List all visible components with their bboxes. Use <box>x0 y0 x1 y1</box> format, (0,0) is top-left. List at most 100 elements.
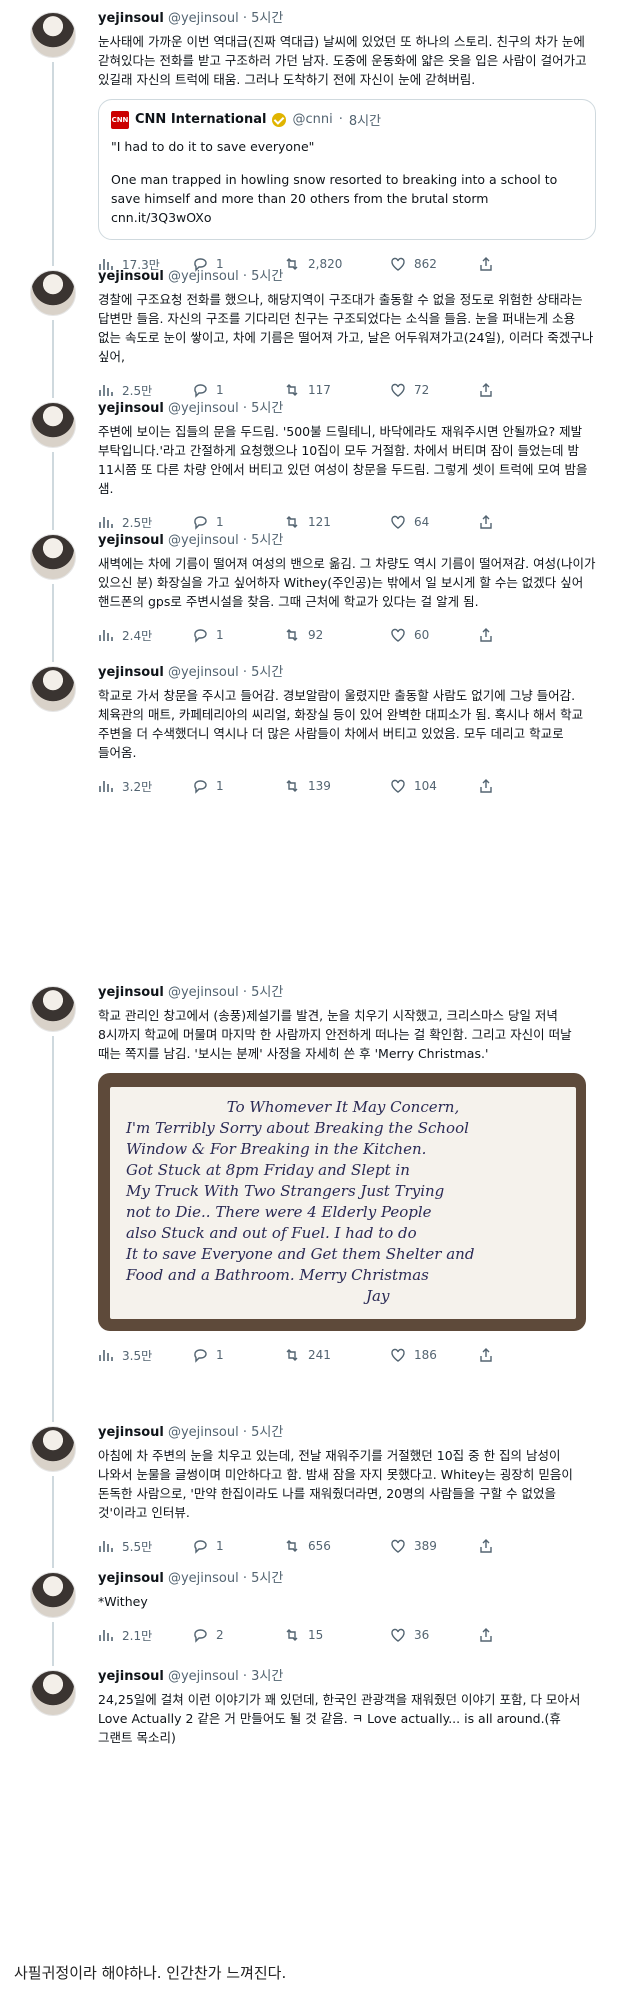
separator: · <box>338 112 343 127</box>
separator: · <box>242 985 247 1000</box>
tweet-header: yejinsoul @yejinsoul · 5시간 <box>98 1424 596 1442</box>
like-button[interactable]: 186 <box>390 1347 478 1363</box>
handle[interactable]: @yejinsoul <box>168 665 239 680</box>
views-count: 2.1만 <box>122 1628 153 1643</box>
avatar[interactable] <box>30 534 76 580</box>
share-button[interactable] <box>478 1347 494 1363</box>
share-button[interactable] <box>478 627 494 643</box>
post-caption: 사필귀정이라 해야하나. 인간찬가 느껴진다. <box>14 1964 287 1982</box>
quote-timestamp: 8시간 <box>348 114 382 129</box>
timestamp[interactable]: 5시간 <box>251 665 283 680</box>
display-name[interactable]: yejinsoul <box>98 401 164 416</box>
handle[interactable]: @yejinsoul <box>168 1571 239 1586</box>
reply-icon <box>194 1349 207 1363</box>
retweet-button[interactable]: 139 <box>284 778 390 794</box>
tweet[interactable]: yejinsoul @yejinsoul · 3시간 24,25일에 걸쳐 이런… <box>10 1658 612 1768</box>
avatar[interactable] <box>30 1426 76 1472</box>
quote-link[interactable]: cnn.it/3Q3wOXo <box>111 208 583 227</box>
handle[interactable]: @yejinsoul <box>168 1425 239 1440</box>
share-button[interactable] <box>478 1538 494 1554</box>
share-button[interactable] <box>478 778 494 794</box>
tweet[interactable]: yejinsoul @yejinsoul · 5시간 경찰에 구조요청 전화를 … <box>10 258 612 398</box>
handwritten-note-photo[interactable]: To Whomever It May Concern, I'm Terribly… <box>98 1073 586 1331</box>
display-name[interactable]: yejinsoul <box>98 11 164 26</box>
display-name[interactable]: yejinsoul <box>98 1571 164 1586</box>
avatar[interactable] <box>30 1572 76 1618</box>
separator: · <box>242 533 247 548</box>
tweet[interactable]: yejinsoul @yejinsoul · 5시간 주변에 보이는 집들의 문… <box>10 390 612 530</box>
retweet-button[interactable]: 656 <box>284 1538 390 1554</box>
retweet-button[interactable]: 92 <box>284 627 390 643</box>
tweet[interactable]: yejinsoul @yejinsoul · 5시간 눈사태에 가까운 이번 역… <box>10 0 612 272</box>
display-name[interactable]: yejinsoul <box>98 665 164 680</box>
timestamp[interactable]: 5시간 <box>251 401 283 416</box>
avatar[interactable] <box>30 12 76 58</box>
retweet-icon <box>286 1540 298 1552</box>
heart-icon <box>391 1628 405 1642</box>
reply-count: 1 <box>216 628 224 642</box>
avatar[interactable] <box>30 402 76 448</box>
views-button[interactable]: 3.2만 <box>98 778 192 795</box>
timestamp[interactable]: 5시간 <box>251 533 283 548</box>
retweet-button[interactable]: 15 <box>284 1627 390 1643</box>
tweet[interactable]: yejinsoul @yejinsoul · 5시간 학교 관리인 창고에서 (… <box>10 974 612 1422</box>
retweet-icon <box>286 780 298 792</box>
tweet[interactable]: yejinsoul @yejinsoul · 5시간 새벽에는 차에 기름이 떨… <box>10 522 612 662</box>
like-button[interactable]: 36 <box>390 1627 478 1643</box>
display-name[interactable]: yejinsoul <box>98 985 164 1000</box>
note-line: To Whomever It May Concern, <box>226 1098 460 1116</box>
separator: · <box>242 401 247 416</box>
reply-button[interactable]: 1 <box>192 778 284 794</box>
like-count: 104 <box>414 779 437 793</box>
timestamp[interactable]: 5시간 <box>251 269 283 284</box>
handle[interactable]: @yejinsoul <box>168 269 239 284</box>
display-name[interactable]: yejinsoul <box>98 1669 164 1684</box>
timestamp[interactable]: 5시간 <box>251 11 283 26</box>
tweet-header: yejinsoul @yejinsoul · 5시간 <box>98 1570 596 1588</box>
tweet[interactable]: yejinsoul @yejinsoul · 5시간 *Withey 2.1만 … <box>10 1560 612 1666</box>
like-button[interactable]: 104 <box>390 778 478 794</box>
handle[interactable]: @yejinsoul <box>168 11 239 26</box>
separator: · <box>242 1669 247 1684</box>
tweet[interactable]: yejinsoul @yejinsoul · 5시간 아침에 차 주변의 눈을 … <box>10 1414 612 1568</box>
avatar[interactable] <box>30 1670 76 1716</box>
reply-count: 1 <box>216 1539 224 1553</box>
share-button[interactable] <box>478 1627 494 1643</box>
handle[interactable]: @yejinsoul <box>168 533 239 548</box>
avatar[interactable] <box>30 666 76 712</box>
tweet-header: yejinsoul @yejinsoul · 5시간 <box>98 10 596 28</box>
display-name[interactable]: yejinsoul <box>98 269 164 284</box>
separator: · <box>242 269 247 284</box>
thread-line <box>52 1036 54 1422</box>
like-count: 36 <box>414 1628 430 1642</box>
reply-button[interactable]: 1 <box>192 1347 284 1363</box>
timestamp[interactable]: 5시간 <box>251 1425 283 1440</box>
views-button[interactable]: 3.5만 <box>98 1347 192 1364</box>
display-name[interactable]: yejinsoul <box>98 533 164 548</box>
reply-button[interactable]: 1 <box>192 627 284 643</box>
timestamp[interactable]: 3시간 <box>251 1669 283 1684</box>
handle[interactable]: @yejinsoul <box>168 985 239 1000</box>
share-icon <box>480 1348 492 1362</box>
reply-icon <box>194 1540 207 1554</box>
tweet[interactable]: yejinsoul @yejinsoul · 5시간 학교로 가서 창문을 주시… <box>10 654 612 794</box>
timestamp[interactable]: 5시간 <box>251 1571 283 1586</box>
views-button[interactable]: 5.5만 <box>98 1538 192 1555</box>
like-button[interactable]: 389 <box>390 1538 478 1554</box>
views-button[interactable]: 2.4만 <box>98 627 192 644</box>
retweet-count: 656 <box>308 1539 331 1553</box>
handle[interactable]: @yejinsoul <box>168 401 239 416</box>
avatar[interactable] <box>30 986 76 1032</box>
reply-button[interactable]: 1 <box>192 1538 284 1554</box>
retweet-button[interactable]: 241 <box>284 1347 390 1363</box>
like-button[interactable]: 60 <box>390 627 478 643</box>
views-button[interactable]: 2.1만 <box>98 1627 192 1644</box>
quote-tweet[interactable]: CNN CNN International @cnni · 8시간 "I had… <box>98 99 596 240</box>
views-icon <box>99 630 113 641</box>
timestamp[interactable]: 5시간 <box>251 985 283 1000</box>
reply-button[interactable]: 2 <box>192 1627 284 1643</box>
avatar[interactable] <box>30 270 76 316</box>
handle[interactable]: @yejinsoul <box>168 1669 239 1684</box>
note-line: I'm Terribly Sorry about Breaking the Sc… <box>126 1119 469 1137</box>
display-name[interactable]: yejinsoul <box>98 1425 164 1440</box>
